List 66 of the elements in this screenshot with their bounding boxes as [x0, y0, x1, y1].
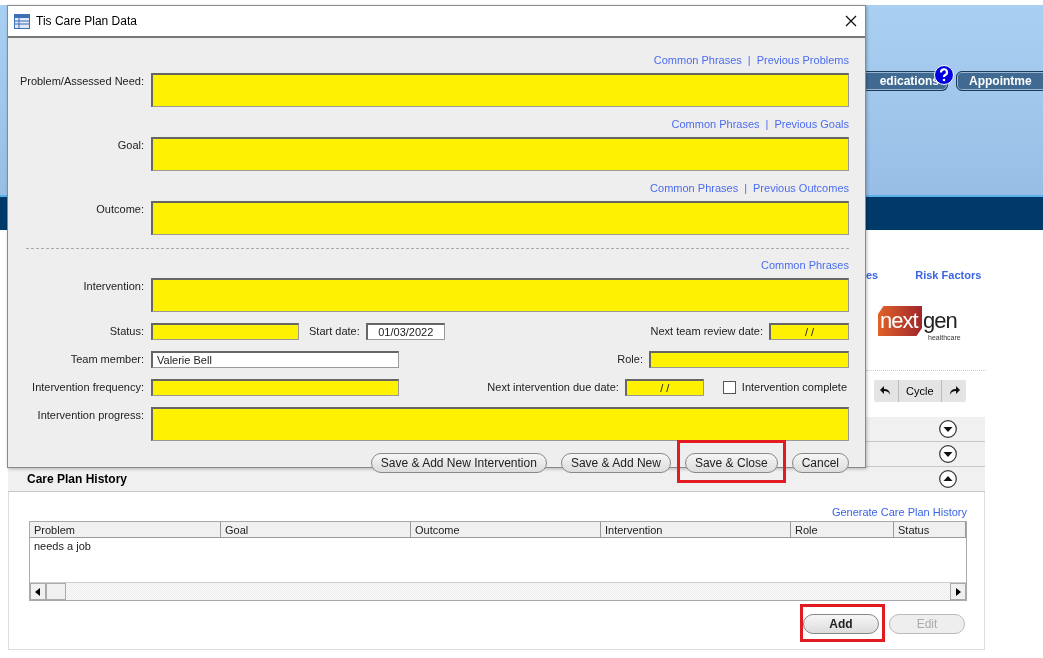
role-field[interactable]	[649, 351, 849, 368]
field-label: Outcome:	[95, 202, 144, 215]
phrase-link[interactable]: Previous Goals	[774, 118, 849, 132]
field-label: Next team review date:	[650, 324, 763, 337]
team-member-field[interactable]: Valerie Bell	[151, 351, 399, 368]
dialog-button[interactable]: Cancel	[791, 453, 849, 473]
column-header[interactable]: Intervention	[601, 522, 791, 538]
date-field[interactable]: 01/03/2022	[365, 323, 445, 340]
text-area[interactable]	[151, 73, 849, 107]
phrase-link[interactable]: Common Phrases	[760, 259, 849, 273]
field-label: Start date:	[309, 324, 360, 337]
phrase-link[interactable]: Common Phrases	[650, 182, 739, 196]
link-separator: |	[744, 182, 747, 196]
generate-history-link[interactable]: Generate Care Plan History	[831, 506, 967, 518]
expand-icon[interactable]	[939, 445, 957, 463]
close-icon[interactable]	[845, 15, 857, 27]
text-area[interactable]	[151, 278, 849, 312]
section-title: Care Plan History	[27, 472, 128, 486]
dialog-button[interactable]: Save & Close	[684, 453, 778, 473]
column-header[interactable]: Outcome	[411, 522, 601, 538]
text-area[interactable]	[151, 137, 849, 171]
date-field[interactable]: / /	[769, 323, 849, 340]
undo-icon[interactable]	[880, 386, 892, 396]
phrase-link[interactable]: Previous Problems	[756, 54, 849, 68]
field-label: Role:	[617, 352, 643, 365]
link[interactable]: Risk Factors	[915, 269, 982, 281]
horizontal-scrollbar[interactable]	[30, 582, 966, 600]
field-label: Intervention:	[82, 279, 144, 292]
phrase-link[interactable]: Common Phrases	[671, 118, 760, 132]
checkbox[interactable]	[722, 381, 736, 394]
field-label: Status:	[108, 324, 144, 337]
field-label: Next intervention due date:	[487, 380, 619, 393]
field-label: Team member:	[69, 352, 144, 365]
redo-icon[interactable]	[947, 386, 960, 396]
frequency-field[interactable]	[151, 379, 399, 396]
scroll-left-icon[interactable]	[30, 583, 46, 600]
status-field[interactable]	[151, 323, 299, 340]
text-area[interactable]	[151, 201, 849, 235]
table-icon	[14, 13, 30, 29]
link-separator: |	[765, 118, 769, 132]
dialog-button[interactable]: Save & Add New Intervention	[370, 453, 547, 473]
nav-button[interactable]: Appointme	[956, 71, 1043, 91]
column-header[interactable]: Goal	[221, 522, 411, 538]
link-separator: |	[747, 54, 751, 68]
dialog-button[interactable]: Save & Add New	[560, 453, 671, 473]
field-label: Intervention progress:	[36, 408, 144, 421]
history-button[interactable]: Add	[803, 614, 879, 634]
column-header[interactable]: Role	[791, 522, 894, 538]
collapse-icon[interactable]	[939, 470, 957, 488]
phrase-link[interactable]: Common Phrases	[653, 54, 742, 68]
field-label: Goal:	[116, 138, 144, 151]
column-header[interactable]: Problem	[30, 522, 221, 538]
field-label: Problem/Assessed Need:	[18, 74, 144, 87]
cycle-button[interactable]: Cycle	[898, 380, 942, 402]
scroll-right-icon[interactable]	[950, 583, 966, 600]
table-cell-text: needs a job	[33, 539, 92, 554]
window-title: Tis Care Plan Data	[36, 14, 137, 28]
expand-icon[interactable]	[939, 420, 957, 438]
field-label: Intervention frequency:	[31, 380, 144, 393]
scroll-thumb[interactable]	[46, 583, 66, 600]
checkbox-label: Intervention complete	[741, 380, 847, 393]
phrase-link[interactable]: Previous Outcomes	[753, 182, 849, 196]
link[interactable]: es	[866, 269, 879, 281]
column-header[interactable]: Status	[894, 522, 966, 538]
text-area[interactable]	[151, 407, 849, 441]
date-field[interactable]: / /	[624, 379, 704, 396]
